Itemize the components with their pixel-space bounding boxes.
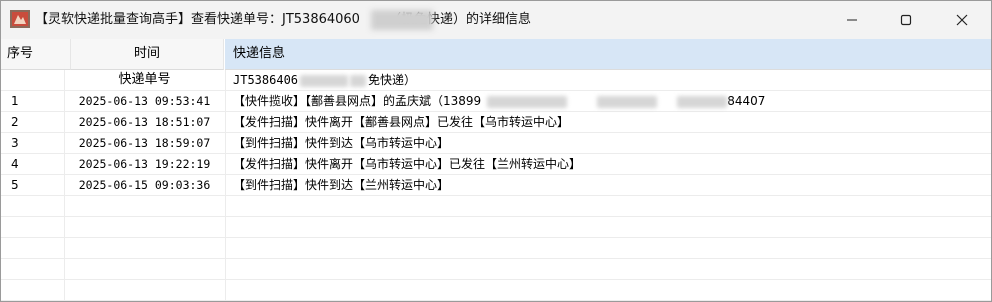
table-row[interactable]: 2 2025-06-13 18:51:07 【发件扫描】快件离开【鄯善县网点】已…	[1, 112, 991, 133]
empty-row	[1, 217, 991, 238]
redacted-segment	[487, 95, 568, 108]
table-row[interactable]: 1 2025-06-13 09:53:41 【快件揽收】【鄯善县网点】的孟庆斌（…	[1, 91, 991, 112]
row-info: 【快件揽收】【鄯善县网点】的孟庆斌（13899	[233, 94, 482, 108]
empty-row	[1, 196, 991, 217]
tracking-number-row: 快递单号 JT5386406 免快递）	[1, 70, 991, 91]
row-info-cell: 【快件揽收】【鄯善县网点】的孟庆斌（13899 84407	[225, 91, 991, 111]
redacted-segment	[350, 74, 367, 87]
close-button[interactable]	[939, 1, 985, 39]
row-time: 2025-06-15 09:03:36	[64, 175, 226, 195]
row-seq: 5	[1, 175, 65, 195]
row-seq: 1	[1, 91, 65, 111]
header-seq[interactable]: 序号	[1, 39, 71, 70]
row-info: 【到件扫描】快件到达【乌市转运中心】	[233, 136, 450, 150]
window-title-prefix: 【灵软快递批量查询高手】查看快递单号：JT53864060	[35, 12, 360, 27]
empty-row	[1, 238, 991, 259]
row-time: 2025-06-13 18:59:07	[64, 133, 226, 153]
table-row[interactable]: 5 2025-06-15 09:03:36 【到件扫描】快件到达【兰州转运中心】	[1, 175, 991, 196]
row-seq: 3	[1, 133, 65, 153]
empty-row	[1, 259, 991, 280]
minimize-button[interactable]	[829, 1, 875, 39]
app-icon	[10, 10, 30, 28]
blank-cell	[1, 70, 65, 90]
tracking-number-suffix: 免快递）	[368, 73, 417, 87]
minimize-icon	[847, 19, 857, 21]
row-time: 2025-06-13 18:51:07	[64, 112, 226, 132]
tracking-number-cell: JT5386406 免快递）	[225, 70, 991, 90]
row-info-tail: 84407	[727, 94, 766, 108]
header-info[interactable]: 快递信息	[225, 39, 991, 70]
row-info: 【发件扫描】快件离开【鄯善县网点】已发往【乌市转运中心】	[233, 115, 570, 129]
empty-row	[1, 280, 991, 301]
redacted-title-region	[371, 10, 433, 30]
title-bar[interactable]: 【灵软快递批量查询高手】查看快递单号：JT53864060 （极免快递）的详细信息	[1, 1, 991, 39]
redacted-segment	[300, 74, 349, 87]
redacted-segment	[677, 95, 728, 108]
tracking-label: 快递单号	[64, 70, 226, 90]
redacted-segment	[597, 95, 658, 108]
table-row[interactable]: 3 2025-06-13 18:59:07 【到件扫描】快件到达【乌市转运中心】	[1, 133, 991, 154]
row-seq: 4	[1, 154, 65, 174]
close-icon	[956, 14, 968, 26]
tracking-table[interactable]: 序号 时间 快递信息 快递单号 JT5386406 免快递） 1 2025-06-…	[1, 39, 991, 301]
tracking-number-prefix: JT5386406	[233, 73, 299, 87]
detail-window: 【灵软快递批量查询高手】查看快递单号：JT53864060 （极免快递）的详细信息…	[0, 0, 992, 302]
header-time[interactable]: 时间	[71, 39, 224, 70]
window-title: 【灵软快递批量查询高手】查看快递单号：JT53864060 （极免快递）的详细信息	[35, 1, 531, 39]
table-row[interactable]: 4 2025-06-13 19:22:19 【发件扫描】快件离开【乌市转运中心】…	[1, 154, 991, 175]
row-info: 【发件扫描】快件离开【乌市转运中心】已发往【兰州转运中心】	[233, 157, 582, 171]
maximize-icon	[900, 14, 912, 26]
maximize-button[interactable]	[883, 1, 929, 39]
row-time: 2025-06-13 09:53:41	[64, 91, 226, 111]
row-info: 【到件扫描】快件到达【兰州转运中心】	[233, 178, 450, 192]
row-seq: 2	[1, 112, 65, 132]
row-time: 2025-06-13 19:22:19	[64, 154, 226, 174]
